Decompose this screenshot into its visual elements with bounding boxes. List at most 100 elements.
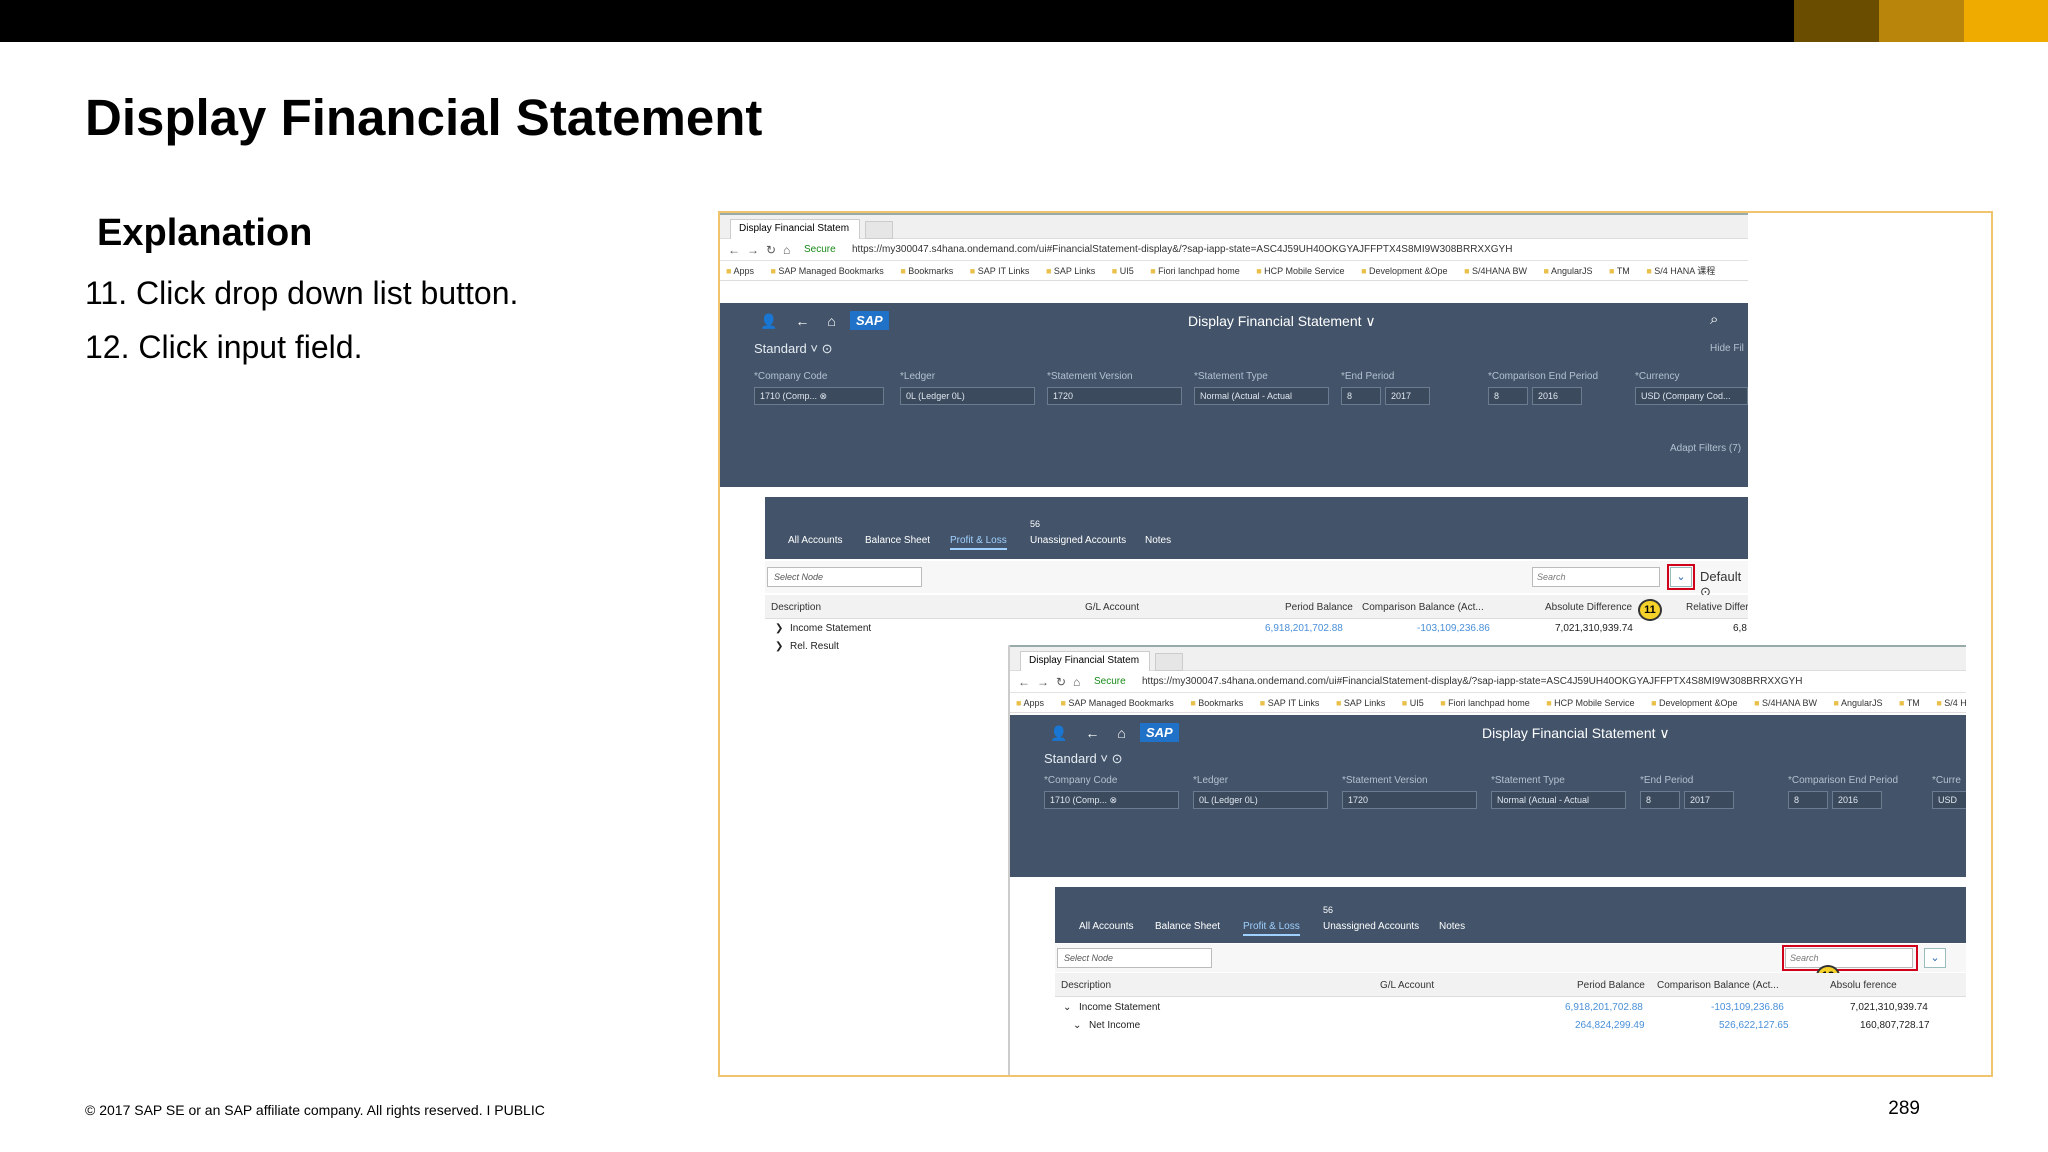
- tab-notes[interactable]: Notes: [1439, 921, 1465, 932]
- tab-balance-sheet[interactable]: Balance Sheet: [1155, 921, 1220, 932]
- statement-type-select[interactable]: Normal (Actual - Actual: [1491, 791, 1626, 809]
- col-period-balance[interactable]: Period Balance: [1285, 602, 1353, 613]
- col-description[interactable]: Description: [1061, 980, 1111, 991]
- address-bar[interactable]: ←→↻⌂ Secure https://my300047.s4hana.onde…: [720, 239, 1748, 261]
- browser-tab[interactable]: Display Financial Statem: [1020, 651, 1150, 671]
- row-period-balance[interactable]: 6,918,201,702.88: [1265, 623, 1343, 634]
- bookmark-item[interactable]: Development &Ope: [1651, 698, 1737, 708]
- adapt-filters-link[interactable]: Adapt Filters (7): [1670, 443, 1741, 454]
- app-title[interactable]: Display Financial Statement ∨: [1482, 725, 1670, 742]
- col-absolute-difference[interactable]: Absolute Difference: [1545, 602, 1632, 613]
- bookmark-item[interactable]: AngularJS: [1834, 698, 1883, 708]
- variant-selector[interactable]: Standard ˅ ⊙: [754, 341, 832, 357]
- tab-profit-loss[interactable]: Profit & Loss: [950, 535, 1007, 550]
- comparison-year[interactable]: 2016: [1832, 791, 1882, 809]
- tab-unassigned-accounts[interactable]: Unassigned Accounts: [1323, 921, 1419, 932]
- bookmark-item[interactable]: SAP Links: [1046, 266, 1095, 276]
- new-tab-button[interactable]: [1155, 653, 1183, 671]
- collapse-icon[interactable]: ⌄: [1063, 1002, 1071, 1013]
- bookmark-item[interactable]: Fiori lanchpad home: [1150, 266, 1239, 276]
- tab-profit-loss[interactable]: Profit & Loss: [1243, 921, 1300, 936]
- bookmark-item[interactable]: SAP Managed Bookmarks: [770, 266, 883, 276]
- tab-balance-sheet[interactable]: Balance Sheet: [865, 535, 930, 546]
- browser-nav-icons[interactable]: ←→↻⌂: [1018, 671, 1087, 693]
- browser-tab[interactable]: Display Financial Statem: [730, 219, 860, 239]
- end-period-year[interactable]: 2017: [1684, 791, 1734, 809]
- hide-filter-link[interactable]: Hide Fil: [1710, 343, 1744, 354]
- statement-version-input[interactable]: 1720: [1047, 387, 1182, 405]
- company-code-input[interactable]: 1710 (Comp... ⊗: [1044, 791, 1179, 809]
- col-relative-difference[interactable]: Relative Differ: [1686, 602, 1748, 613]
- bookmark-item[interactable]: Bookmarks: [1190, 698, 1243, 708]
- company-code-input[interactable]: 1710 (Comp... ⊗: [754, 387, 884, 405]
- comparison-year[interactable]: 2016: [1532, 387, 1582, 405]
- new-tab-button[interactable]: [865, 221, 893, 239]
- tab-all-accounts[interactable]: All Accounts: [1079, 921, 1133, 932]
- comparison-month[interactable]: 8: [1488, 387, 1528, 405]
- shell-icons[interactable]: 👤←⌂: [760, 313, 854, 330]
- browser-nav-icons[interactable]: ←→↻⌂: [728, 239, 797, 261]
- bookmark-item[interactable]: UI5: [1112, 266, 1134, 276]
- select-node-dropdown[interactable]: Select Node: [767, 567, 922, 587]
- col-comparison-balance[interactable]: Comparison Balance (Act...: [1657, 980, 1779, 991]
- url-text[interactable]: https://my300047.s4hana.ondemand.com/ui#…: [1142, 671, 1802, 693]
- end-period-month[interactable]: 8: [1640, 791, 1680, 809]
- bookmark-item[interactable]: SAP Links: [1336, 698, 1385, 708]
- statement-type-select[interactable]: Normal (Actual - Actual: [1194, 387, 1329, 405]
- bookmark-item[interactable]: S/4 HANA 课程: [1646, 266, 1715, 276]
- bookmark-item[interactable]: HCP Mobile Service: [1256, 266, 1344, 276]
- col-comparison-balance[interactable]: Comparison Balance (Act...: [1362, 602, 1484, 613]
- bookmark-item[interactable]: TM: [1899, 698, 1920, 708]
- search-icon[interactable]: ⌕: [1710, 311, 1718, 328]
- col-absolute-difference[interactable]: Absolu ference: [1830, 980, 1897, 991]
- ledger-select[interactable]: 0L (Ledger 0L): [900, 387, 1035, 405]
- bookmark-item[interactable]: UI5: [1402, 698, 1424, 708]
- statement-version-input[interactable]: 1720: [1342, 791, 1477, 809]
- bookmark-item[interactable]: Apps: [726, 266, 754, 276]
- expand-dropdown-button[interactable]: ⌄: [1924, 948, 1946, 968]
- col-description[interactable]: Description: [771, 602, 821, 613]
- bookmark-item[interactable]: Development &Ope: [1361, 266, 1447, 276]
- bookmark-item[interactable]: SAP IT Links: [1260, 698, 1320, 708]
- row-period-balance[interactable]: 6,918,201,702.88: [1565, 1002, 1643, 1013]
- currency-input[interactable]: USD: [1932, 791, 1966, 809]
- tab-notes[interactable]: Notes: [1145, 535, 1171, 546]
- col-period-balance[interactable]: Period Balance: [1577, 980, 1645, 991]
- search-input[interactable]: Search: [1532, 567, 1660, 587]
- app-title[interactable]: Display Financial Statement ∨: [1188, 313, 1376, 330]
- row-comparison-balance[interactable]: 526,622,127.65: [1719, 1020, 1789, 1031]
- url-text[interactable]: https://my300047.s4hana.ondemand.com/ui#…: [852, 239, 1512, 261]
- currency-input[interactable]: USD (Company Cod...: [1635, 387, 1748, 405]
- bookmark-item[interactable]: SAP IT Links: [970, 266, 1030, 276]
- bookmark-item[interactable]: S/4HANA BW: [1754, 698, 1817, 708]
- ledger-select[interactable]: 0L (Ledger 0L): [1193, 791, 1328, 809]
- expand-icon[interactable]: ❯: [775, 641, 783, 652]
- tab-unassigned-accounts[interactable]: Unassigned Accounts: [1030, 535, 1126, 546]
- table-row[interactable]: ❯ Income Statement 6,918,201,702.88 -103…: [765, 620, 1748, 638]
- row-period-balance[interactable]: 264,824,299.49: [1575, 1020, 1645, 1031]
- shell-icons[interactable]: 👤←⌂: [1050, 725, 1144, 742]
- end-period-year[interactable]: 2017: [1385, 387, 1430, 405]
- comparison-month[interactable]: 8: [1788, 791, 1828, 809]
- end-period-month[interactable]: 8: [1341, 387, 1381, 405]
- row-comparison-balance[interactable]: -103,109,236.86: [1711, 1002, 1784, 1013]
- tab-all-accounts[interactable]: All Accounts: [788, 535, 842, 546]
- bookmark-item[interactable]: HCP Mobile Service: [1546, 698, 1634, 708]
- table-row[interactable]: ⌄ Net Income 264,824,299.49 526,622,127.…: [1055, 1017, 1966, 1035]
- variant-selector[interactable]: Standard ˅ ⊙: [1044, 751, 1122, 767]
- select-node-dropdown[interactable]: Select Node: [1057, 948, 1212, 968]
- address-bar[interactable]: ←→↻⌂ Secure https://my300047.s4hana.onde…: [1010, 671, 1966, 693]
- bookmark-item[interactable]: Fiori lanchpad home: [1440, 698, 1529, 708]
- bookmark-item[interactable]: Bookmarks: [900, 266, 953, 276]
- bookmark-item[interactable]: TM: [1609, 266, 1630, 276]
- col-gl-account[interactable]: G/L Account: [1085, 602, 1139, 613]
- bookmark-item[interactable]: S/4 HANA: [1936, 698, 1966, 708]
- collapse-icon[interactable]: ⌄: [1073, 1020, 1081, 1031]
- expand-icon[interactable]: ❯: [775, 623, 783, 634]
- bookmark-item[interactable]: AngularJS: [1544, 266, 1593, 276]
- bookmark-item[interactable]: Apps: [1016, 698, 1044, 708]
- bookmark-item[interactable]: S/4HANA BW: [1464, 266, 1527, 276]
- col-gl-account[interactable]: G/L Account: [1380, 980, 1434, 991]
- row-comparison-balance[interactable]: -103,109,236.86: [1417, 623, 1490, 634]
- bookmark-item[interactable]: SAP Managed Bookmarks: [1060, 698, 1173, 708]
